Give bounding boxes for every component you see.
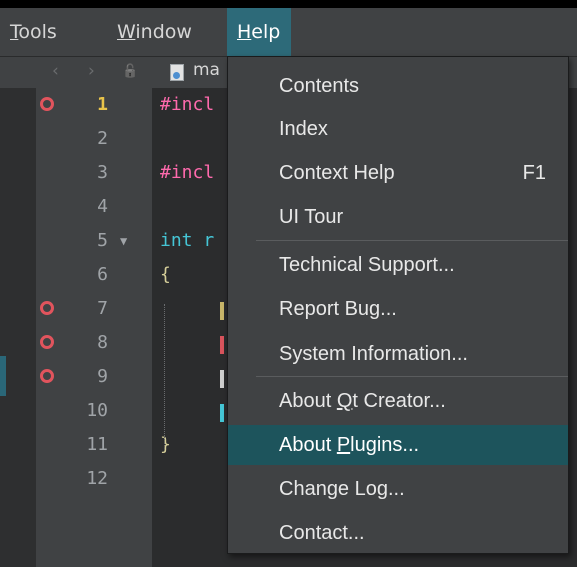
line-number: 1 [97, 94, 108, 115]
code-peek-8 [220, 326, 224, 360]
menu-item-label: Context Help [279, 162, 395, 184]
help-menu-dropdown: Contents Index Context Help F1 UI Tour Te… [227, 56, 569, 554]
panel-active-marker [0, 356, 6, 396]
breakpoint-icon[interactable] [40, 369, 54, 383]
line-number: 8 [97, 332, 108, 353]
code-peek-7 [220, 292, 224, 326]
code-line-1: #incl [160, 94, 215, 115]
menu-item-label: Contact... [279, 522, 365, 544]
code-peek-9 [220, 360, 224, 394]
code-line-5: int r [160, 230, 215, 251]
menu-bar: Tools Window Help [0, 8, 577, 56]
lock-icon[interactable]: 🔓 [122, 64, 138, 79]
gutter-line-2[interactable]: 2 [36, 122, 152, 156]
line-number: 10 [86, 400, 108, 421]
line-number: 3 [97, 162, 108, 183]
gutter-line-5[interactable]: 5 ▼ [36, 224, 152, 258]
menu-item-label-pre: About [279, 390, 337, 412]
menu-item-mnemonic: P [336, 434, 351, 456]
gutter-line-7[interactable]: 7 [36, 292, 152, 326]
gutter-line-8[interactable]: 8 [36, 326, 152, 360]
line-number: 6 [97, 264, 108, 285]
menu-item-label: System Information... [279, 343, 468, 365]
menu-item-label: Contents [279, 75, 360, 97]
menu-item-index[interactable]: Index [228, 109, 568, 149]
menu-window-mnemonic: W [117, 21, 136, 43]
line-number: 2 [97, 128, 108, 149]
line-number: 11 [86, 434, 108, 455]
menu-item-label-post: lugins... [350, 434, 420, 456]
menu-window[interactable]: Window [107, 8, 202, 56]
menu-item-about-qt-creator[interactable]: About Qt Creator... [228, 381, 568, 421]
menu-item-report-bug[interactable]: Report Bug... [228, 289, 568, 329]
line-number: 9 [97, 366, 108, 387]
gutter-line-9[interactable]: 9 [36, 360, 152, 394]
line-number: 12 [86, 468, 108, 489]
breakpoint-icon[interactable] [40, 301, 54, 315]
gutter-line-10[interactable]: 10 [36, 394, 152, 428]
menu-help-label: elp [251, 21, 281, 43]
line-number: 5 [97, 230, 108, 251]
menu-item-context-help[interactable]: Context Help F1 [228, 153, 568, 193]
menu-item-ui-tour[interactable]: UI Tour [228, 197, 568, 237]
menu-item-contents[interactable]: Contents [228, 66, 568, 106]
line-number: 7 [97, 298, 108, 319]
menu-item-label: Index [279, 118, 328, 140]
left-side-panel [0, 88, 36, 567]
menu-window-label: indow [135, 21, 192, 43]
menu-item-technical-support[interactable]: Technical Support... [228, 245, 568, 285]
menu-item-mnemonic: Q [336, 390, 353, 412]
shortcut-label: F1 [522, 162, 546, 184]
menu-item-change-log[interactable]: Change Log... [228, 469, 568, 509]
breakpoint-icon[interactable] [40, 335, 54, 349]
line-number-gutter[interactable]: 1 2 3 4 5 ▼ 6 7 8 9 10 11 12 [36, 88, 152, 567]
menu-tools-label: ools [18, 21, 57, 43]
menu-help-mnemonic: H [237, 21, 252, 43]
indent-guide [164, 304, 165, 450]
gutter-line-6[interactable]: 6 [36, 258, 152, 292]
fold-arrow-icon[interactable]: ▼ [120, 224, 127, 258]
code-line-11: } [160, 434, 171, 455]
code-line-6: { [160, 264, 171, 285]
menu-item-system-information[interactable]: System Information... [228, 334, 568, 374]
menu-item-label: UI Tour [279, 206, 344, 228]
forward-arrow-icon[interactable]: › [88, 61, 95, 81]
menu-separator [256, 240, 568, 241]
menu-item-label: Report Bug... [279, 298, 397, 320]
menu-item-about-plugins[interactable]: About Plugins... [228, 425, 568, 465]
menu-item-label: Change Log... [279, 478, 405, 500]
code-line-3: #incl [160, 162, 215, 183]
breakpoint-icon[interactable] [40, 97, 54, 111]
qt-creator-window: Tools Window Help ‹ › 🔓 ma 1 2 3 4 5 ▼ 6… [0, 8, 577, 567]
menu-item-label-post: t Creator... [352, 390, 446, 412]
line-number: 4 [97, 196, 108, 217]
menu-item-label: Technical Support... [279, 254, 455, 276]
menu-separator [256, 376, 568, 377]
cpp-file-icon [170, 64, 184, 81]
file-name-combo[interactable]: ma [193, 60, 220, 80]
menu-help[interactable]: Help [227, 8, 291, 56]
back-arrow-icon[interactable]: ‹ [52, 61, 59, 81]
menu-item-label-pre: About [279, 434, 337, 456]
menu-tools[interactable]: Tools [0, 8, 67, 56]
menu-item-contact[interactable]: Contact... [228, 513, 568, 553]
gutter-line-11[interactable]: 11 [36, 428, 152, 462]
gutter-line-12[interactable]: 12 [36, 462, 152, 496]
gutter-line-3[interactable]: 3 [36, 156, 152, 190]
code-peek-10 [220, 394, 224, 428]
gutter-line-4[interactable]: 4 [36, 190, 152, 224]
gutter-line-1[interactable]: 1 [36, 88, 152, 122]
